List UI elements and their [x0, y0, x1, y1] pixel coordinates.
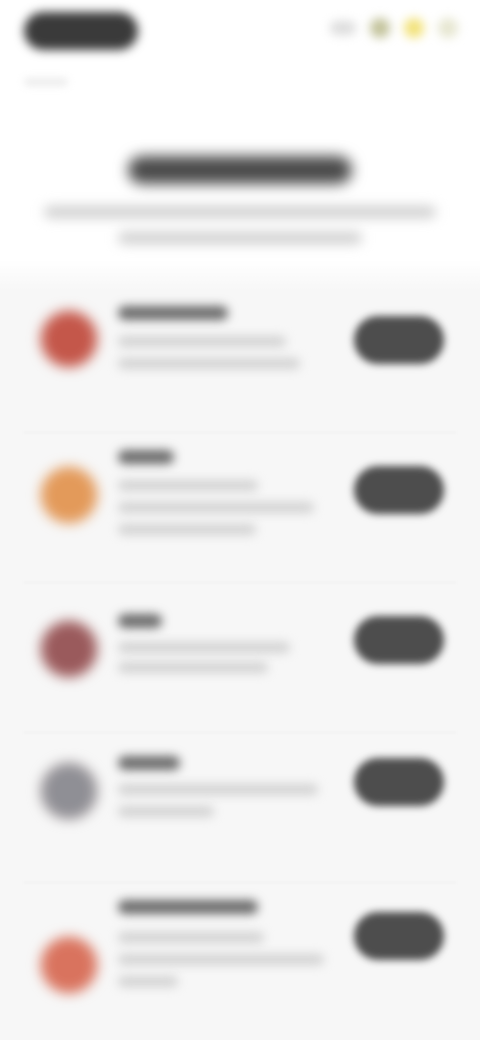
avatar-icon [40, 466, 98, 524]
divider [24, 432, 456, 433]
item-action-button[interactable] [354, 758, 444, 806]
item-description-line [118, 524, 256, 535]
list-item [0, 282, 480, 432]
item-description-line [118, 336, 286, 347]
item-action-button[interactable] [354, 466, 444, 514]
item-description-line [118, 502, 314, 513]
subheader-text [24, 78, 68, 86]
page-description-line [44, 206, 436, 218]
item-title [118, 756, 180, 770]
item-description-line [118, 932, 264, 943]
item-description-line [118, 662, 268, 673]
avatar-icon [40, 310, 98, 368]
item-description-line [118, 806, 214, 817]
list-item [0, 882, 480, 1032]
item-list [0, 282, 480, 1032]
item-description-line [118, 784, 318, 795]
item-action-button[interactable] [354, 912, 444, 960]
status-dot-icon [370, 18, 390, 38]
list-item [0, 432, 480, 582]
item-description-line [118, 480, 258, 491]
item-title [118, 614, 162, 628]
list-item [0, 582, 480, 732]
item-action-button[interactable] [354, 616, 444, 664]
item-description-line [118, 954, 324, 965]
divider [24, 732, 456, 733]
item-title [118, 450, 174, 464]
avatar-icon [40, 620, 98, 678]
divider [24, 582, 456, 583]
page-description-line [118, 232, 362, 244]
status-dot-icon [438, 18, 458, 38]
back-button[interactable] [24, 12, 138, 50]
item-description-line [118, 976, 178, 987]
top-bar [0, 0, 480, 64]
avatar-icon [40, 936, 98, 994]
status-cluster [330, 18, 458, 38]
divider [24, 882, 456, 883]
item-description-line [118, 358, 300, 369]
app-screen [0, 0, 480, 1040]
item-action-button[interactable] [354, 316, 444, 364]
item-description-line [118, 642, 290, 653]
item-title [118, 900, 258, 914]
list-item [0, 732, 480, 882]
item-title [118, 306, 228, 320]
status-dot-icon [404, 18, 424, 38]
avatar-icon [40, 762, 98, 820]
page-title [128, 156, 352, 184]
signal-icon [330, 21, 356, 35]
